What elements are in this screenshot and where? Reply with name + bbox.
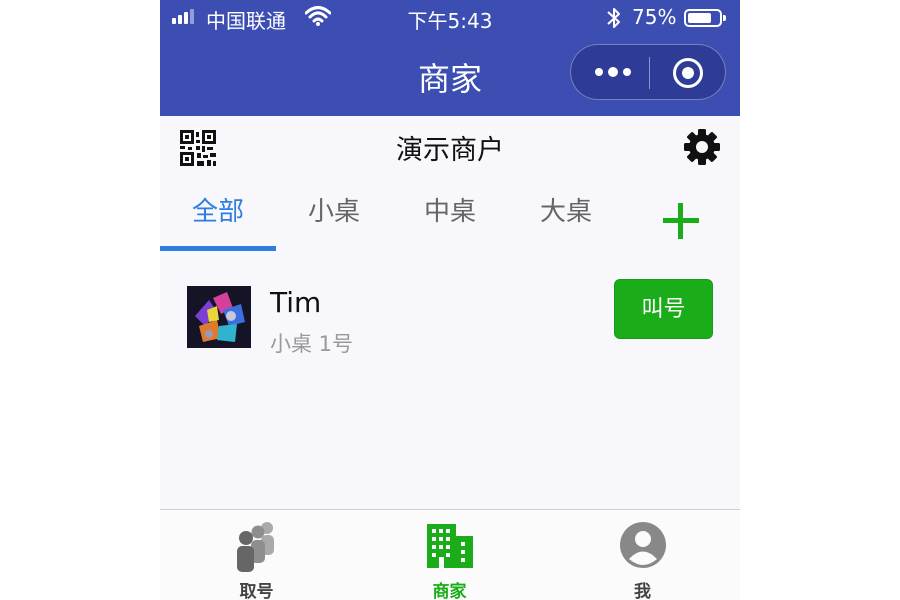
merchant-header: 演示商户 — [160, 116, 740, 178]
tab-medium-table[interactable]: 中桌 — [392, 186, 508, 248]
tabbar-item-take-number[interactable]: 取号 — [160, 510, 353, 600]
list-item: Tim 小桌 1号 叫号 — [160, 270, 740, 360]
user-icon — [620, 522, 666, 568]
customer-name: Tim — [270, 286, 322, 319]
tab-large-table[interactable]: 大桌 — [508, 186, 624, 248]
tabbar-item-merchant[interactable]: 商家 — [353, 510, 546, 600]
gear-icon[interactable] — [683, 128, 721, 166]
phone-screen: 中国联通 下午5:43 75% 商家 演示商户 全部 小桌 中桌 大桌 Tim … — [160, 0, 740, 600]
table-number: 小桌 1号 — [270, 332, 354, 356]
battery-percent: 75% — [632, 5, 677, 29]
top-bar: 中国联通 下午5:43 75% 商家 — [160, 0, 740, 116]
battery-icon — [684, 9, 726, 27]
status-bar: 中国联通 下午5:43 75% — [160, 0, 740, 36]
category-tabs: 全部 小桌 中桌 大桌 — [160, 186, 740, 252]
avatar — [187, 286, 251, 348]
merchant-name: 演示商户 — [396, 135, 504, 166]
tabbar-label-me: 我 — [634, 582, 651, 600]
call-number-button[interactable]: 叫号 — [614, 279, 713, 339]
plus-icon[interactable] — [660, 200, 702, 242]
bottom-tab-bar: 取号 商家 我 — [160, 509, 740, 600]
tabbar-item-me[interactable]: 我 — [546, 510, 739, 600]
more-icon[interactable] — [595, 67, 631, 77]
active-tab-indicator — [160, 246, 276, 251]
tab-small-table[interactable]: 小桌 — [276, 186, 392, 248]
tab-all[interactable]: 全部 — [160, 186, 276, 248]
tabbar-label-take-number: 取号 — [239, 582, 274, 600]
building-icon — [427, 524, 473, 568]
tabbar-label-merchant: 商家 — [432, 582, 467, 600]
miniprogram-capsule — [570, 44, 726, 100]
people-icon — [237, 522, 274, 572]
bluetooth-icon — [607, 8, 620, 28]
capsule-divider — [649, 57, 650, 89]
close-miniprogram-icon[interactable] — [673, 58, 703, 88]
